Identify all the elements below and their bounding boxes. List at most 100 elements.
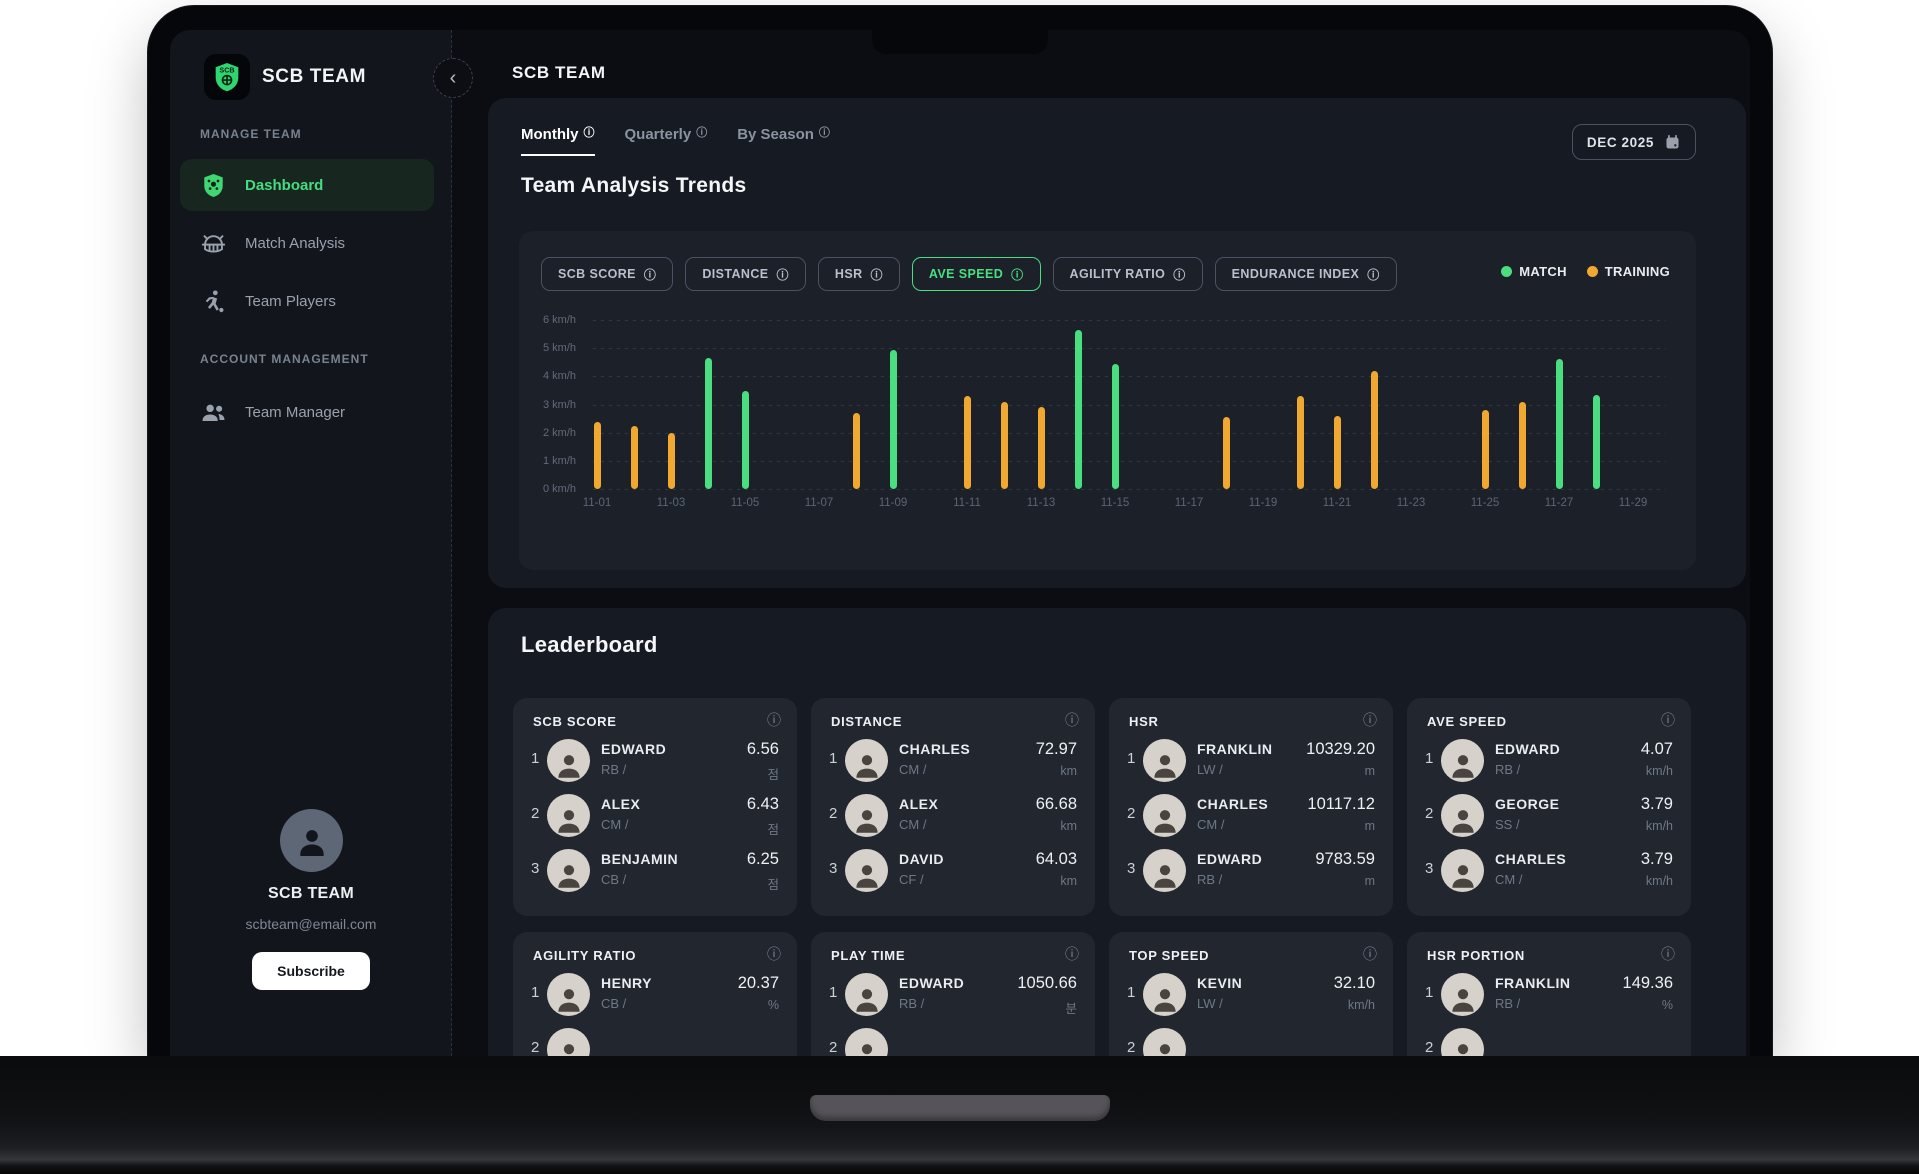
- info-icon[interactable]: ⓘ: [1661, 710, 1675, 730]
- chart-bar-training-11-02: [630, 425, 638, 490]
- card-title: HSR PORTION: [1427, 948, 1525, 963]
- x-axis-label: 11-19: [1248, 497, 1278, 509]
- info-icon[interactable]: ⓘ: [767, 944, 781, 964]
- tab-by-season[interactable]: By Season ⓘ: [737, 126, 830, 156]
- rank-number: 2: [531, 805, 540, 822]
- date-picker-button[interactable]: DEC 2025: [1571, 124, 1696, 160]
- player-name: CHARLES: [1495, 851, 1567, 867]
- date-picker-label: DEC 2025: [1586, 134, 1654, 150]
- sidebar-collapse-button[interactable]: ‹: [433, 58, 473, 98]
- rank-number: 3: [1127, 860, 1136, 877]
- rank-number: 3: [1425, 860, 1434, 877]
- sidebar-item-match-analysis[interactable]: Match Analysis: [180, 217, 434, 269]
- subscribe-button[interactable]: Subscribe: [252, 952, 370, 990]
- player-avatar: [845, 849, 888, 892]
- player-position: RB /: [1197, 872, 1223, 887]
- stat-value: 4.07: [1640, 740, 1673, 758]
- info-icon[interactable]: ⓘ: [1661, 944, 1675, 964]
- screen: SCB SCB TEAM ‹ MANAGE TEAM Dashboard Match…: [170, 30, 1750, 1056]
- info-icon: ⓘ: [696, 127, 708, 139]
- x-axis-label: 11-29: [1618, 497, 1648, 509]
- leaderboard-card-ave-speed: AVE SPEED ⓘ 1 EDWARD RB / 4.07 km/h 2 GEORGE SS /…: [1407, 698, 1691, 916]
- player-position: CB /: [601, 872, 627, 887]
- person-icon: [299, 829, 324, 856]
- leaderboard-card-distance: DISTANCE ⓘ 1 CHARLES CM / 72.97 km 2 ALEX CM / 66.…: [811, 698, 1095, 916]
- stat-unit: 분: [1065, 1002, 1077, 1016]
- team-logo: SCB: [204, 54, 250, 100]
- sidebar-section-label: ACCOUNT MANAGEMENT: [200, 352, 369, 366]
- player-avatar: [1441, 1028, 1484, 1056]
- player-name: FRANKLIN: [1197, 741, 1273, 757]
- leaderboard-row: 2: [811, 1025, 1095, 1056]
- stadium-icon: [200, 230, 227, 257]
- player-position: RB /: [601, 762, 627, 777]
- chart-gridline: [593, 376, 1666, 378]
- player-name: CHARLES: [899, 741, 971, 757]
- info-icon[interactable]: ⓘ: [1363, 944, 1377, 964]
- profile-email: scbteam@email.com: [245, 916, 377, 932]
- chart-bar-match-11-27: [1555, 359, 1563, 490]
- leaderboard-row: 3 BENJAMIN CB / 6.25 점: [513, 846, 797, 896]
- tab-quarterly[interactable]: Quarterly ⓘ: [625, 126, 708, 156]
- chart-bar-training-11-08: [852, 413, 860, 490]
- info-icon[interactable]: ⓘ: [1363, 710, 1377, 730]
- leaderboard-row: 2 GEORGE SS / 3.79 km/h: [1407, 791, 1691, 841]
- tab-label: Quarterly: [624, 126, 692, 143]
- info-icon: ⓘ: [818, 127, 830, 139]
- player-avatar: [1441, 794, 1484, 837]
- y-axis-label: 4 km/h: [543, 370, 577, 383]
- stat-value: 9783.59: [1315, 850, 1375, 868]
- player-avatar: [1441, 849, 1484, 892]
- chart-plot: 6 km/h 5 km/h 4 km/h 3 km/h 2 km/h 1 km/h 0 km…: [519, 231, 1696, 570]
- trends-panel: Monthly ⓘ Quarterly ⓘ By Season ⓘ DEC 2025 Te…: [488, 98, 1746, 588]
- stat-unit: m: [1364, 819, 1375, 833]
- player-name: DAVID: [899, 851, 945, 867]
- laptop-base: [0, 1056, 1919, 1174]
- period-tabs: Monthly ⓘ Quarterly ⓘ By Season ⓘ: [521, 126, 830, 156]
- player-avatar: [1143, 973, 1186, 1016]
- y-axis-label: 2 km/h: [543, 426, 577, 439]
- stat-unit: km: [1060, 819, 1077, 833]
- player-position: RB /: [1495, 996, 1521, 1011]
- stat-unit: m: [1364, 874, 1375, 888]
- player-name: KEVIN: [1197, 975, 1243, 991]
- chart-bar-training-11-18: [1222, 417, 1230, 490]
- people-icon: [200, 399, 227, 426]
- player-name: ALEX: [899, 796, 939, 812]
- leaderboard-row: 1 CHARLES CM / 72.97 km: [811, 736, 1095, 786]
- sidebar-item-dashboard[interactable]: Dashboard: [180, 159, 434, 211]
- info-icon[interactable]: ⓘ: [1065, 944, 1079, 964]
- stat-unit: km/h: [1645, 874, 1673, 888]
- leaderboard-row: 1 FRANKLIN LW / 10329.20 m: [1109, 736, 1393, 786]
- x-axis-label: 11-11: [953, 497, 981, 509]
- info-icon: ⓘ: [583, 127, 595, 139]
- chart-gridline: [593, 489, 1666, 491]
- chart-gridline: [593, 404, 1666, 406]
- leaderboard-card-play-time: PLAY TIME ⓘ 1 EDWARD RB / 1050.66 분 2: [811, 932, 1095, 1056]
- player-avatar: [845, 973, 888, 1016]
- leaderboard-card-scb-score: SCB SCORE ⓘ 1 EDWARD RB / 6.56 점 2 ALEX CM / 6.43 점…: [513, 698, 797, 916]
- player-name: EDWARD: [1495, 741, 1561, 757]
- leaderboard-row: 2: [513, 1025, 797, 1056]
- chart-bar-training-11-12: [1000, 401, 1008, 490]
- stat-value: 10329.20: [1306, 740, 1375, 758]
- rank-number: 3: [531, 860, 540, 877]
- leaderboard-row: 2: [1109, 1025, 1393, 1056]
- chart-bar-match-11-15: [1111, 363, 1119, 490]
- card-title: AVE SPEED: [1427, 714, 1507, 729]
- sidebar-section-label: MANAGE TEAM: [200, 127, 302, 141]
- sidebar: SCB SCB TEAM ‹ MANAGE TEAM Dashboard Match…: [170, 30, 473, 1056]
- x-axis-label: 11-01: [582, 497, 612, 509]
- info-icon[interactable]: ⓘ: [767, 710, 781, 730]
- player-avatar: [1441, 739, 1484, 782]
- rank-number: 1: [1127, 984, 1136, 1001]
- sidebar-item-team-manager[interactable]: Team Manager: [180, 386, 434, 438]
- info-icon[interactable]: ⓘ: [1065, 710, 1079, 730]
- tab-monthly[interactable]: Monthly ⓘ: [521, 126, 595, 156]
- sidebar-item-team-players[interactable]: Team Players: [180, 275, 434, 327]
- leaderboard-card-agility-ratio: AGILITY RATIO ⓘ 1 HENRY CB / 20.37% 2: [513, 932, 797, 1056]
- chart-bar-training-11-25: [1481, 410, 1489, 490]
- stat-unit: km/h: [1347, 998, 1375, 1012]
- chart-bar-training-11-20: [1296, 396, 1304, 490]
- rank-number: 1: [1127, 750, 1136, 767]
